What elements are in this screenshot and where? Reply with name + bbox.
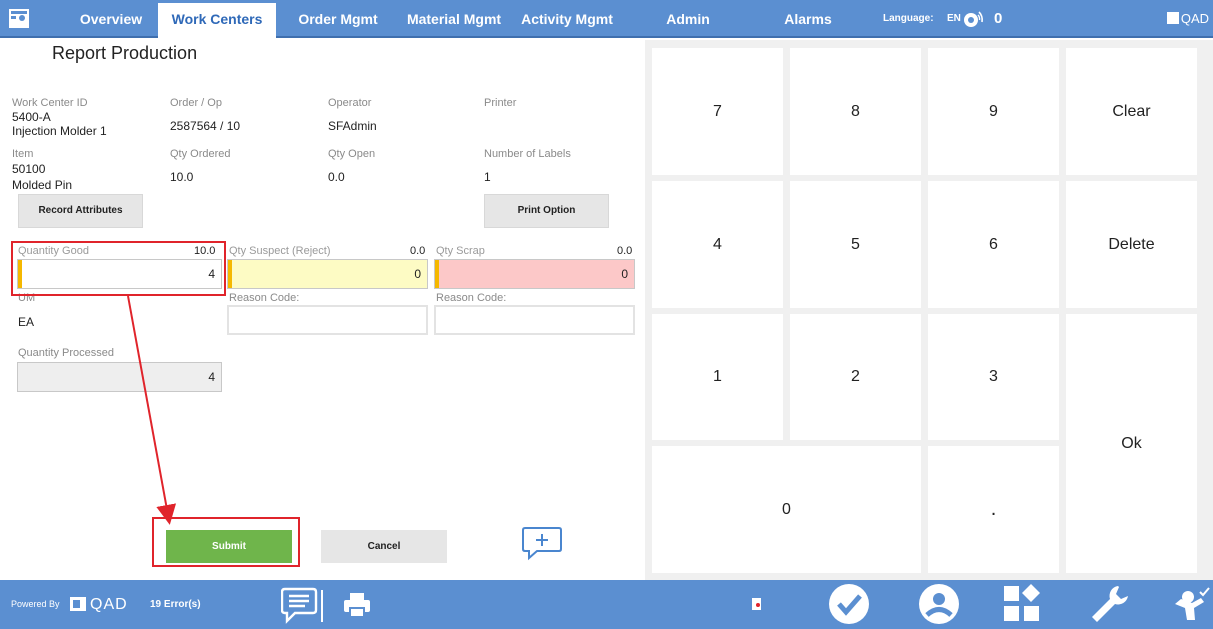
add-comment-icon[interactable] [521,525,563,561]
number-of-labels-value: 1 [484,170,491,184]
tab-alarms[interactable]: Alarms [778,0,838,38]
cancel-button[interactable]: Cancel [321,530,447,563]
required-indicator [18,260,22,288]
key-3[interactable]: 3 [928,314,1059,440]
quantity-processed-field: 4 [17,362,222,392]
bottom-bar: Powered By QAD 19 Error(s) [0,580,1213,629]
dashboard-icon[interactable] [1002,583,1042,625]
top-nav-bar: Overview Work Centers Order Mgmt Materia… [0,0,1213,38]
checkmark-icon[interactable] [827,582,871,626]
qty-ordered-value: 10.0 [170,170,194,184]
required-indicator [435,260,439,288]
key-4[interactable]: 4 [652,181,783,308]
language-label: Language: [883,13,934,24]
qty-open-value: 0.0 [328,170,345,184]
key-7[interactable]: 7 [652,48,783,175]
qty-suspect-label: Qty Suspect (Reject) [229,245,331,257]
qad-logo-icon [1166,12,1179,24]
key-8[interactable]: 8 [790,48,921,175]
number-of-labels-label: Number of Labels [484,148,571,160]
quantity-processed-value: 4 [208,370,215,384]
key-9[interactable]: 9 [928,48,1059,175]
tab-work-centers[interactable]: Work Centers [158,3,276,38]
brand-logo: QAD [1166,0,1209,38]
qty-open-label: Qty Open [328,148,376,160]
quantity-good-input[interactable]: 4 [17,259,222,289]
tab-admin[interactable]: Admin [660,0,716,38]
key-2[interactable]: 2 [790,314,921,440]
operator-value: SFAdmin [328,119,377,133]
qty-scrap-default: 0.0 [617,245,633,257]
wrench-icon[interactable] [1088,584,1132,624]
reason-code-scrap-input[interactable] [434,305,635,335]
printer-icon[interactable] [342,590,372,620]
tab-overview[interactable]: Overview [66,0,156,38]
qty-scrap-label: Qty Scrap [436,245,485,257]
workcenter-app-icon[interactable] [8,7,30,29]
record-attributes-button[interactable]: Record Attributes [18,194,143,228]
key-clear[interactable]: Clear [1066,48,1197,175]
required-indicator [228,260,232,288]
operator-label: Operator [328,97,372,109]
printer-label: Printer [484,97,517,109]
quantity-good-value: 4 [208,267,215,281]
alarm-count[interactable]: 0 [994,0,1002,38]
item-label: Item [12,148,34,160]
tab-order-mgmt[interactable]: Order Mgmt [286,0,390,38]
qty-ordered-label: Qty Ordered [170,148,231,160]
language-selector[interactable]: EN [947,0,961,38]
key-decimal[interactable]: . [928,446,1059,573]
qty-scrap-input[interactable]: 0 [434,259,635,289]
work-center-name: Injection Molder 1 [12,124,107,138]
key-5[interactable]: 5 [790,181,921,308]
qty-suspect-value: 0 [414,267,421,281]
document-icon[interactable] [752,598,762,610]
messages-icon[interactable] [281,586,323,624]
tab-material-mgmt[interactable]: Material Mgmt [398,0,510,38]
key-delete[interactable]: Delete [1066,181,1197,308]
reason-code-label-suspect: Reason Code: [229,292,300,304]
key-1[interactable]: 1 [652,314,783,440]
brand-text: QAD [1180,11,1209,26]
print-option-button[interactable]: Print Option [484,194,609,228]
order-op-label: Order / Op [170,97,222,109]
app-root: Overview Work Centers Order Mgmt Materia… [0,0,1213,629]
key-0[interactable]: 0 [652,446,921,573]
quantity-processed-label: Quantity Processed [18,347,114,359]
error-count[interactable]: 19 Error(s) [150,580,201,629]
work-center-id-label: Work Center ID [12,97,88,109]
submit-button[interactable]: Submit [166,530,292,563]
signal-icon[interactable] [960,8,986,30]
key-6[interactable]: 6 [928,181,1059,308]
work-center-id-value: 5400-A [12,110,51,124]
operator-status-icon[interactable] [1172,586,1210,622]
page-title: Report Production [52,43,198,63]
qty-scrap-value: 0 [621,267,628,281]
qty-suspect-default: 0.0 [410,245,426,257]
tab-activity-mgmt[interactable]: Activity Mgmt [512,0,622,38]
qad-logo-icon [70,597,86,611]
item-description: Molded Pin [12,178,73,192]
reason-code-suspect-input[interactable] [227,305,428,335]
item-value: 50100 [12,162,46,176]
user-icon[interactable] [917,582,961,626]
quantity-good-default: 10.0 [194,245,216,257]
order-op-value: 2587564 / 10 [170,119,241,133]
powered-by-label: Powered By [11,599,60,609]
um-label: UM [18,292,36,304]
quantity-good-label: Quantity Good [18,245,89,257]
um-value: EA [18,315,35,329]
qad-brand-text: QAD [90,596,128,613]
reason-code-label-scrap: Reason Code: [436,292,507,304]
key-ok[interactable]: Ok [1066,314,1197,573]
qty-suspect-input[interactable]: 0 [227,259,428,289]
